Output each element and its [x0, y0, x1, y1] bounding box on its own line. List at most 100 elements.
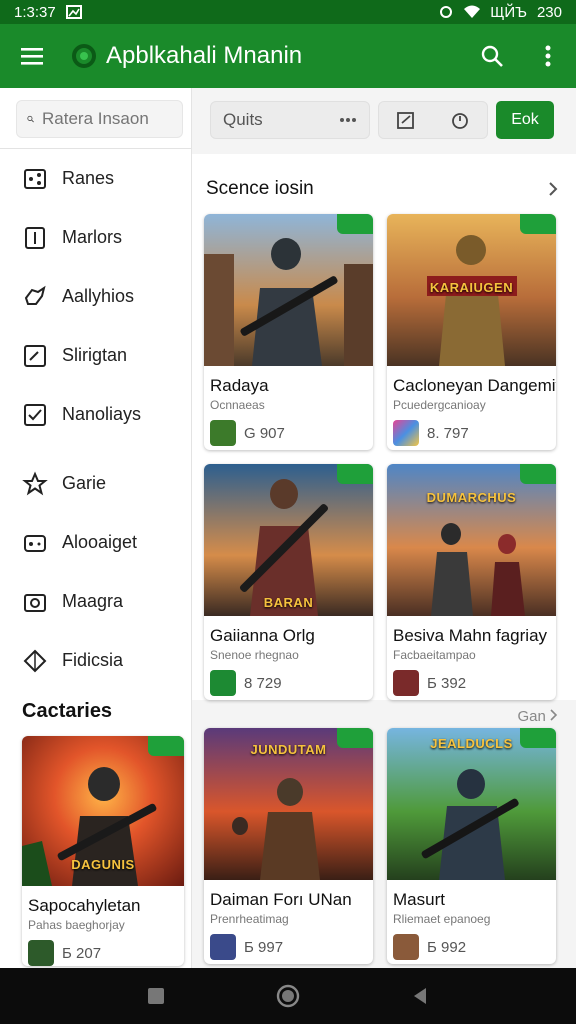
game-rating: Б 997	[244, 938, 284, 956]
sidebar-item[interactable]: Slirigtan	[0, 326, 191, 385]
export-icon[interactable]	[396, 110, 416, 130]
see-all-label: Gan	[517, 708, 546, 725]
soldier-art-icon	[431, 523, 525, 616]
soldier-art-icon	[204, 238, 373, 366]
category-list: Ranes Marlors Aallyhios Slirigtan Nanoli…	[0, 149, 191, 690]
sidebar-item-label: Maagra	[62, 591, 124, 611]
sidebar-item[interactable]: Marlors	[0, 208, 191, 267]
game-card[interactable]: JEALDUCLS Masurt Rliemaet epanoeg Б 992	[387, 728, 556, 964]
game-name: Radaya	[210, 376, 269, 395]
search-button[interactable]	[464, 24, 520, 88]
category-sidebar: Ranes Marlors Aallyhios Slirigtan Nanoli…	[0, 88, 192, 968]
ok-button[interactable]: Eok	[496, 101, 554, 139]
image-notification-icon	[65, 5, 82, 19]
sidebar-search[interactable]	[16, 100, 183, 138]
game-grid: JUNDUTAM Daiman Forı UNan Prenrheatimag …	[192, 728, 576, 964]
share-icon	[24, 168, 46, 189]
sidebar-item[interactable]: Nanoliays	[0, 385, 191, 444]
new-badge	[520, 464, 556, 484]
game-meta: Б 997	[204, 926, 373, 960]
sidebar-item-label: Slirigtan	[62, 345, 128, 365]
art-title: DUMARCHUS	[426, 490, 517, 505]
new-badge	[337, 214, 373, 234]
game-art: KARAIUGEN	[387, 214, 556, 366]
app-bar: Apblkahali Mnanin	[0, 24, 576, 88]
new-badge	[337, 464, 373, 484]
overflow-menu-button[interactable]	[520, 24, 576, 88]
sidebar-item[interactable]: Aallyhios	[0, 267, 191, 326]
app-screen: 1:3:37 ЩЙЪ 230 Apblkahali Mnanin Ratera …	[0, 0, 576, 1024]
game-subtitle: Rliemaet epanoeg	[393, 912, 491, 926]
new-badge	[148, 736, 184, 756]
recents-button[interactable]	[146, 986, 166, 1006]
new-badge	[520, 214, 556, 234]
game-name: Besiva Mahn fagriay	[393, 626, 548, 645]
sidebar-item-label: Garie	[62, 473, 107, 493]
game-subtitle: Pahas baeghorjay	[28, 918, 125, 932]
timer-icon[interactable]	[450, 110, 470, 130]
game-meta: 8 729	[204, 662, 373, 696]
game-art: JEALDUCLS	[387, 728, 556, 880]
avatar	[28, 940, 54, 966]
game-card[interactable]: DUMARCHUS Besiva Mahn fagriay Facbaeitam…	[387, 464, 556, 700]
section-title: Scence iosin	[206, 178, 314, 199]
sidebar-item[interactable]: Ranes	[0, 149, 191, 208]
game-art: DUMARCHUS	[387, 464, 556, 616]
section-header[interactable]: Scence iosin	[192, 154, 576, 212]
sidebar-item[interactable]: Alooaiget	[0, 513, 191, 572]
sidebar-item[interactable]: Maagra	[0, 572, 191, 631]
game-subtitle: Pcuedergcanioay	[393, 398, 486, 412]
signal-label: ЩЙЪ	[490, 3, 527, 21]
home-button[interactable]	[276, 984, 300, 1008]
sidebar-item[interactable]: Garie	[0, 454, 191, 513]
sidebar-item-label: Ranes	[62, 168, 115, 188]
game-card[interactable]: JUNDUTAM Daiman Forı UNan Prenrheatimag …	[204, 728, 373, 964]
diamond-icon	[23, 649, 47, 672]
game-meta: Б 392	[387, 662, 556, 696]
back-button[interactable]	[410, 986, 430, 1006]
game-rating: 8 729	[244, 674, 282, 692]
app-logo-icon	[72, 44, 96, 68]
camera-icon	[24, 593, 46, 612]
game-art: JUNDUTAM	[204, 728, 373, 880]
art-title: JEALDUCLS	[430, 736, 513, 751]
avatar	[210, 670, 236, 696]
game-rating: Б 207	[62, 944, 102, 962]
puzzle-icon	[24, 285, 46, 305]
search-icon	[27, 115, 34, 123]
avatar	[393, 934, 419, 960]
filter-dropdown[interactable]: Quits	[210, 101, 370, 139]
section-heading: Cactaries	[22, 700, 113, 722]
search-input[interactable]	[42, 109, 172, 129]
check-box-icon	[24, 403, 46, 426]
view-controls	[378, 101, 488, 139]
avatar	[210, 934, 236, 960]
system-nav-bar	[0, 968, 576, 1024]
see-all-link[interactable]: Gan	[192, 700, 576, 728]
more-horiz-icon	[340, 118, 356, 122]
toolbar: Quits Eok	[192, 88, 576, 140]
status-time: 1:3:37	[14, 3, 56, 21]
sidebar-item[interactable]: Fidicsia	[0, 631, 191, 690]
game-card[interactable]: KARAIUGEN Cacloneyan Dangemiy Pcuedergca…	[387, 214, 556, 450]
gamepad-icon	[24, 534, 46, 552]
wifi-icon	[464, 5, 481, 18]
art-title: BARAN	[263, 595, 314, 610]
game-art: DAGUNIS	[22, 736, 184, 886]
game-meta: 8. 797	[387, 412, 556, 446]
battery-label: 230	[536, 3, 562, 21]
avatar	[210, 420, 236, 446]
menu-button[interactable]	[0, 24, 64, 88]
game-meta: Б 992	[387, 926, 556, 960]
sidebar-item-label: Fidicsia	[62, 650, 124, 670]
main-content: Quits Eok Scence iosin Radaya Ocnnaeas G…	[192, 88, 576, 968]
edit-box-icon	[24, 344, 46, 367]
featured-game-card[interactable]: DAGUNIS Sapocahyletan Pahas baeghorjay Б…	[22, 736, 184, 966]
chevron-right-icon	[549, 182, 558, 196]
art-title: JUNDUTAM	[250, 742, 327, 757]
game-card[interactable]: BARAN Gaiianna Orlg Snenoe rhegnao 8 729	[204, 464, 373, 700]
game-card[interactable]: Radaya Ocnnaeas G 907	[204, 214, 373, 450]
art-title: KARAIUGEN	[429, 280, 514, 295]
game-rating: Б 992	[427, 938, 467, 956]
app-title: Apblkahali Mnanin	[106, 42, 303, 69]
